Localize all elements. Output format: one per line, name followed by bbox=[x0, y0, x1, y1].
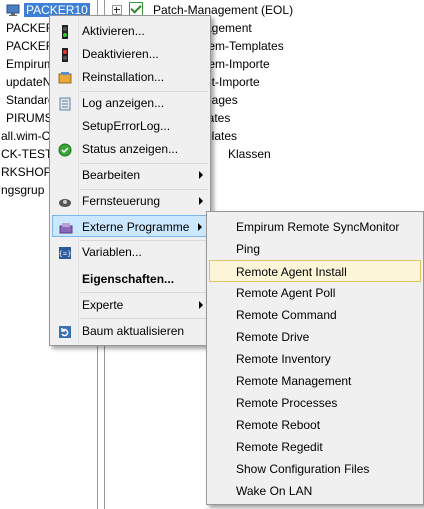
submenu-item-remote-regedit[interactable]: Remote Regedit bbox=[209, 436, 421, 458]
status-icon bbox=[58, 142, 72, 157]
checkmark-icon bbox=[129, 2, 143, 16]
submenu-arrow-icon bbox=[199, 197, 203, 205]
menu-separator bbox=[80, 292, 208, 293]
svg-text:{=}: {=} bbox=[59, 250, 72, 258]
submenu-item-show-configuration-files[interactable]: Show Configuration Files bbox=[209, 458, 421, 480]
menu-item-externe-programme[interactable]: Externe Programme bbox=[52, 215, 208, 237]
menu-item-variablen[interactable]: {=} Variablen... bbox=[52, 241, 208, 263]
submenu-arrow-icon bbox=[199, 301, 203, 309]
tree-node[interactable]: tem-Importe bbox=[205, 55, 270, 73]
tree-node[interactable]: ngsgrup bbox=[1, 181, 44, 199]
remote-control-icon bbox=[58, 194, 72, 208]
submenu-arrow-icon bbox=[199, 171, 203, 179]
context-menu: Aktivieren... Deaktivieren... Reinstalla… bbox=[49, 15, 211, 346]
submenu-item-empirum-remote-syncmonitor[interactable]: Empirum Remote SyncMonitor bbox=[209, 216, 421, 238]
menu-item-experte[interactable]: Experte bbox=[52, 294, 208, 316]
submenu-item-remote-reboot[interactable]: Remote Reboot bbox=[209, 414, 421, 436]
submenu-item-ping[interactable]: Ping bbox=[209, 238, 421, 260]
menu-item-fernsteuerung[interactable]: Fernsteuerung bbox=[52, 190, 208, 212]
submenu-item-remote-agent-poll[interactable]: Remote Agent Poll bbox=[209, 282, 421, 304]
tree-node[interactable]: agement bbox=[205, 19, 252, 37]
tree-node[interactable]: PACKER bbox=[6, 19, 54, 37]
submenu-item-remote-command[interactable]: Remote Command bbox=[209, 304, 421, 326]
variables-icon: {=} bbox=[58, 245, 72, 259]
menu-separator bbox=[80, 318, 208, 319]
tree-node[interactable]: tem-Templates bbox=[205, 37, 284, 55]
refresh-icon bbox=[58, 324, 72, 338]
tree-node[interactable]: et-Importe bbox=[205, 73, 260, 91]
menu-item-reinstallation[interactable]: Reinstallation... bbox=[52, 66, 208, 88]
expand-icon[interactable] bbox=[112, 5, 122, 15]
menu-item-log-anzeigen[interactable]: Log anzeigen... bbox=[52, 92, 208, 114]
tree-node[interactable]: RKSHOP bbox=[1, 163, 52, 181]
tree-node[interactable]: PACKER bbox=[6, 37, 54, 55]
menu-item-bearbeiten[interactable]: Bearbeiten bbox=[52, 164, 208, 186]
tree-node[interactable]: updateN bbox=[6, 73, 51, 91]
menu-item-deaktivieren[interactable]: Deaktivieren... bbox=[52, 43, 208, 65]
menu-item-eigenschaften[interactable]: Eigenschaften... bbox=[52, 268, 208, 290]
tree-node[interactable]: Klassen bbox=[228, 145, 271, 163]
tree-node[interactable]: all.wim-C bbox=[1, 127, 50, 145]
menu-item-status-anzeigen[interactable]: Status anzeigen... bbox=[52, 138, 208, 160]
external-programs-icon bbox=[59, 220, 73, 234]
traffic-light-red-icon bbox=[58, 47, 72, 62]
menu-item-setuperrorlog[interactable]: SetupErrorLog... bbox=[52, 115, 208, 137]
submenu-item-remote-inventory[interactable]: Remote Inventory bbox=[209, 348, 421, 370]
submenu-item-remote-agent-install[interactable]: Remote Agent Install bbox=[209, 260, 421, 282]
log-icon bbox=[58, 96, 72, 111]
submenu-item-wake-on-lan[interactable]: Wake On LAN bbox=[209, 480, 421, 502]
computer-icon bbox=[6, 3, 20, 17]
submenu-item-remote-processes[interactable]: Remote Processes bbox=[209, 392, 421, 414]
submenu-arrow-icon bbox=[198, 223, 202, 231]
tree-node[interactable]: Empirum bbox=[6, 55, 54, 73]
traffic-light-green-icon bbox=[58, 24, 72, 39]
submenu-item-remote-drive[interactable]: Remote Drive bbox=[209, 326, 421, 348]
submenu-item-remote-management[interactable]: Remote Management bbox=[209, 370, 421, 392]
external-programs-submenu: Empirum Remote SyncMonitor Ping Remote A… bbox=[206, 211, 424, 505]
tree-node[interactable]: Standard bbox=[6, 91, 55, 109]
menu-item-aktivieren[interactable]: Aktivieren... bbox=[52, 20, 208, 42]
menu-item-baum-aktualisieren[interactable]: Baum aktualisieren bbox=[52, 320, 208, 342]
tree-node[interactable]: CK-TEST bbox=[1, 145, 52, 163]
reinstall-icon bbox=[58, 70, 72, 84]
